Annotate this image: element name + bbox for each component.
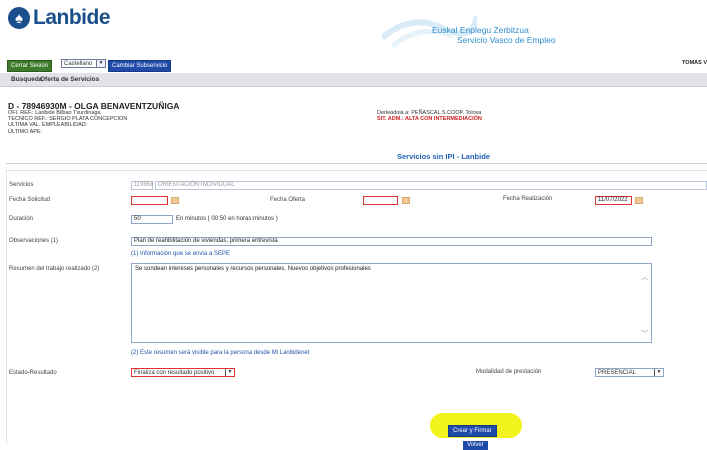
- chevron-down-icon: ▼: [225, 369, 234, 376]
- volver-button[interactable]: Volver: [463, 441, 488, 450]
- lanbide-logo: ♠ Lanbide: [8, 6, 111, 30]
- menu-item-oferta-servicios[interactable]: Oferta de Servicios: [40, 76, 99, 83]
- logout-button[interactable]: Cerrar Sesion: [7, 60, 53, 72]
- modalidad-select[interactable]: PRESENCIAL ▼: [595, 368, 664, 377]
- resumen-text: Se sondean intereses personales y recurs…: [135, 266, 371, 272]
- sepe-note: (1) Información que se envía a SEPE: [131, 251, 231, 257]
- observaciones-label: Observaciones (1): [9, 238, 59, 244]
- visibility-note: (2) Este resumen será visible para la pe…: [131, 350, 310, 356]
- servicios-code-field[interactable]: 119958: [131, 181, 154, 190]
- last-ape: ÚLTIMO APE:: [8, 128, 43, 135]
- modalidad-label: Modalidad de prestación: [476, 369, 542, 375]
- servicios-desc-field[interactable]: ORIENTACIÓN INDIVIDUAL: [155, 181, 707, 190]
- fecha-solicitud-field[interactable]: [131, 196, 168, 205]
- calendar-icon[interactable]: [171, 197, 179, 204]
- fecha-oferta-label: Fecha Oferta: [270, 197, 306, 203]
- person-details: OFI. REF.: Lanbide Bilbao Txurdinaga TEC…: [8, 110, 127, 135]
- estado-select[interactable]: Finaliza con resultado positivo ▼: [131, 368, 235, 377]
- change-subservice-button[interactable]: Cambiar Subservicio: [108, 60, 172, 72]
- calendar-icon[interactable]: [402, 197, 410, 204]
- duracion-field[interactable]: 50: [131, 215, 173, 224]
- lanbide-logo-icon: ♠: [8, 7, 30, 29]
- chevron-down-icon: ▼: [96, 60, 105, 67]
- user-name: TOMAS V: [682, 60, 707, 66]
- fecha-solicitud-label: Fecha Solicitud: [9, 197, 51, 203]
- menu-bar: [0, 73, 707, 87]
- crear-firmar-button[interactable]: Crear y Firmar: [448, 425, 497, 437]
- language-value: Castellano: [64, 60, 93, 67]
- fecha-realizacion-label: Fecha Realización: [503, 196, 553, 202]
- fecha-realizacion-field[interactable]: 11/07/2022: [595, 196, 632, 205]
- modalidad-value: PRESENCIAL: [598, 370, 637, 376]
- observaciones-field[interactable]: Plan de reahbilitación de viviendas, pri…: [131, 237, 652, 246]
- language-select[interactable]: Castellano ▼: [61, 59, 106, 68]
- menu-item-busqueda[interactable]: Búsqueda: [11, 76, 42, 83]
- fecha-oferta-field[interactable]: [363, 196, 398, 205]
- logo-text: Lanbide: [33, 6, 111, 29]
- chevron-down-icon: ▼: [654, 369, 663, 376]
- divider: [6, 163, 707, 164]
- duracion-label: Duración: [9, 216, 34, 222]
- estado-value: Finaliza con resultado positivo: [134, 370, 215, 376]
- section-title: Servicios sin IPI - Lanbide: [397, 152, 490, 161]
- scroll-up-icon[interactable]: ︿: [641, 272, 648, 282]
- resumen-label: Resumen del trabajo realizado (2): [9, 266, 100, 272]
- admin-status: SIT. ADM.: ALTA CON INTERMEDIACIÓN: [377, 116, 482, 122]
- servicios-label: Servicios: [9, 182, 34, 188]
- spanish-service-name: Servicio Vasco de Empleo: [457, 35, 556, 45]
- duracion-unit: En minutos ( 00:50 en horas:minutos ): [176, 216, 278, 222]
- calendar-icon[interactable]: [635, 197, 643, 204]
- scroll-down-icon[interactable]: ﹀: [641, 329, 648, 339]
- estado-label: Estado-Resultado: [9, 370, 57, 376]
- resumen-textarea[interactable]: Se sondean intereses personales y recurs…: [131, 263, 652, 343]
- basque-service-name: Euskal Enplegu Zerbitzua: [432, 25, 529, 35]
